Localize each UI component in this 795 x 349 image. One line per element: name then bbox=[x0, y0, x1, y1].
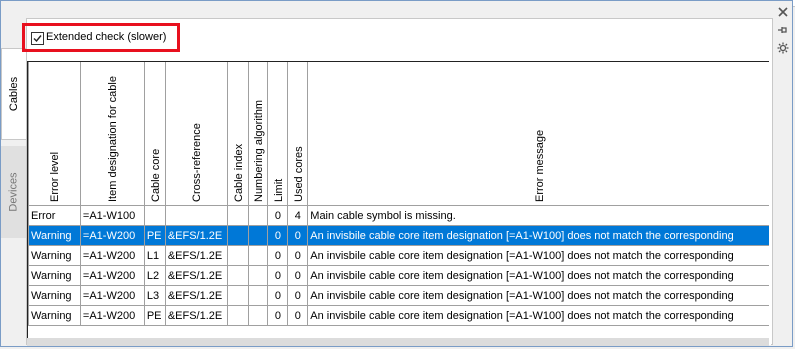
column-header-label: Item designation for cable bbox=[107, 76, 120, 202]
table-cell: 0 bbox=[287, 245, 309, 266]
table-cell: An invisbile cable core item designation… bbox=[307, 305, 770, 326]
table-cell: &EFS/1.2E bbox=[164, 265, 228, 286]
column-header-label: Cable index bbox=[232, 143, 245, 202]
column-header[interactable]: Used cores bbox=[287, 62, 309, 206]
table-cell: Main cable symbol is missing. bbox=[307, 205, 770, 226]
column-header[interactable]: Cross-reference bbox=[164, 62, 228, 206]
panel-toolbar bbox=[772, 4, 794, 64]
table-row[interactable]: Warning =A1-W200 PE &EFS/1.2E 0 0 An invisbile… bbox=[28, 305, 770, 326]
table-cell: L2 bbox=[143, 265, 166, 286]
table-cell bbox=[226, 265, 249, 286]
table-cell: An invisbile cable core item designation… bbox=[307, 265, 770, 286]
column-header[interactable]: Limit bbox=[267, 62, 289, 206]
extended-check-highlight: Extended check (slower) bbox=[22, 23, 180, 52]
table-body: Error =A1-W100 0 4 Main cable symbol is miss… bbox=[28, 205, 770, 326]
column-header-label: Numbering algorithm bbox=[253, 99, 266, 202]
table-cell: &EFS/1.2E bbox=[164, 285, 228, 306]
table-cell bbox=[226, 225, 249, 246]
table-cell: 0 bbox=[267, 205, 289, 226]
table-cell: Error bbox=[28, 205, 81, 226]
table-cell bbox=[226, 205, 249, 226]
column-header[interactable]: Cable core bbox=[143, 62, 166, 206]
table-cell: 0 bbox=[287, 265, 309, 286]
table-row[interactable]: Warning =A1-W200 L3 &EFS/1.2E 0 0 An invisbile… bbox=[28, 285, 770, 306]
table-cell: 0 bbox=[287, 225, 309, 246]
column-header-label: Used cores bbox=[292, 146, 305, 202]
table-cell: L3 bbox=[143, 285, 166, 306]
table-cell: =A1-W200 bbox=[79, 245, 145, 266]
table-cell: Warning bbox=[28, 225, 81, 246]
table-cell: Warning bbox=[28, 245, 81, 266]
tab-cables[interactable]: Cables bbox=[1, 48, 27, 140]
table-cell: 0 bbox=[267, 265, 289, 286]
table-row[interactable]: Warning =A1-W200 L2 &EFS/1.2E 0 0 An invisbile… bbox=[28, 265, 770, 286]
tab-cables-label: Cables bbox=[8, 76, 21, 112]
table-cell: 0 bbox=[267, 285, 289, 306]
close-icon[interactable] bbox=[776, 6, 790, 20]
column-header[interactable]: Item designation for cable bbox=[79, 62, 145, 206]
tab-devices[interactable]: Devices bbox=[1, 146, 26, 238]
checkmark-icon bbox=[33, 35, 42, 43]
table-cell bbox=[226, 285, 249, 306]
table-cell bbox=[226, 245, 249, 266]
results-table: Error level Item designation for cable Cab… bbox=[28, 62, 770, 326]
table-cell bbox=[247, 265, 269, 286]
column-header[interactable]: Numbering algorithm bbox=[247, 62, 269, 206]
table-cell: An invisbile cable core item designation… bbox=[307, 245, 770, 266]
table-cell: =A1-W200 bbox=[79, 285, 145, 306]
table-cell: 0 bbox=[267, 245, 289, 266]
table-cell: Warning bbox=[28, 305, 81, 326]
table-cell: =A1-W200 bbox=[79, 265, 145, 286]
horizontal-scrollbar[interactable] bbox=[27, 338, 769, 346]
table-cell: &EFS/1.2E bbox=[164, 245, 228, 266]
table-cell: &EFS/1.2E bbox=[164, 305, 228, 326]
table-row[interactable]: Warning =A1-W200 L1 &EFS/1.2E 0 0 An invisbile… bbox=[28, 245, 770, 266]
extended-check-checkbox[interactable] bbox=[31, 32, 44, 45]
table-cell bbox=[247, 245, 269, 266]
pin-icon[interactable] bbox=[776, 24, 790, 38]
table-cell bbox=[164, 205, 228, 226]
table-row[interactable]: Warning =A1-W200 PE &EFS/1.2E 0 0 An invisbile… bbox=[28, 225, 770, 246]
table-cell: PE bbox=[143, 225, 166, 246]
table-cell: 0 bbox=[267, 225, 289, 246]
table-cell bbox=[247, 285, 269, 306]
tab-devices-label: Devices bbox=[7, 172, 20, 212]
table-cell: L1 bbox=[143, 245, 166, 266]
table-row[interactable]: Error =A1-W100 0 4 Main cable symbol is miss… bbox=[28, 205, 770, 226]
table-cell bbox=[247, 205, 269, 226]
table-cell bbox=[247, 225, 269, 246]
column-header[interactable]: Error level bbox=[28, 62, 81, 206]
table-cell bbox=[226, 305, 249, 326]
table-cell: =A1-W100 bbox=[79, 205, 145, 226]
vertical-tabs: Cables Devices bbox=[1, 18, 27, 338]
table-cell: 4 bbox=[287, 205, 309, 226]
table-cell: 0 bbox=[287, 285, 309, 306]
table-cell: PE bbox=[143, 305, 166, 326]
header-row: Error level Item designation for cable Cab… bbox=[28, 62, 770, 206]
table-cell: 0 bbox=[287, 305, 309, 326]
column-header[interactable]: Cable index bbox=[226, 62, 249, 206]
table-cell bbox=[143, 205, 166, 226]
table-cell: =A1-W200 bbox=[79, 305, 145, 326]
column-header-label: Cable core bbox=[149, 148, 162, 202]
table-cell bbox=[247, 305, 269, 326]
results-grid[interactable]: Error level Item designation for cable Cab… bbox=[27, 61, 770, 339]
column-header[interactable]: Error message bbox=[307, 62, 770, 206]
settings-icon[interactable] bbox=[776, 42, 790, 56]
column-header-label: Cross-reference bbox=[191, 123, 204, 202]
extended-check-label[interactable]: Extended check (slower) bbox=[46, 31, 166, 43]
table-cell: &EFS/1.2E bbox=[164, 225, 228, 246]
table-cell: =A1-W200 bbox=[79, 225, 145, 246]
column-header-label: Error level bbox=[49, 151, 62, 202]
vertical-scrollbar[interactable] bbox=[769, 61, 771, 345]
table-cell: An invisbile cable core item designation… bbox=[307, 285, 770, 306]
table-cell: Warning bbox=[28, 265, 81, 286]
table-cell: Warning bbox=[28, 285, 81, 306]
table-cell: An invisbile cable core item designation… bbox=[307, 225, 770, 246]
table-cell: 0 bbox=[267, 305, 289, 326]
column-header-label: Error message bbox=[533, 129, 546, 202]
column-header-label: Limit bbox=[272, 178, 285, 202]
